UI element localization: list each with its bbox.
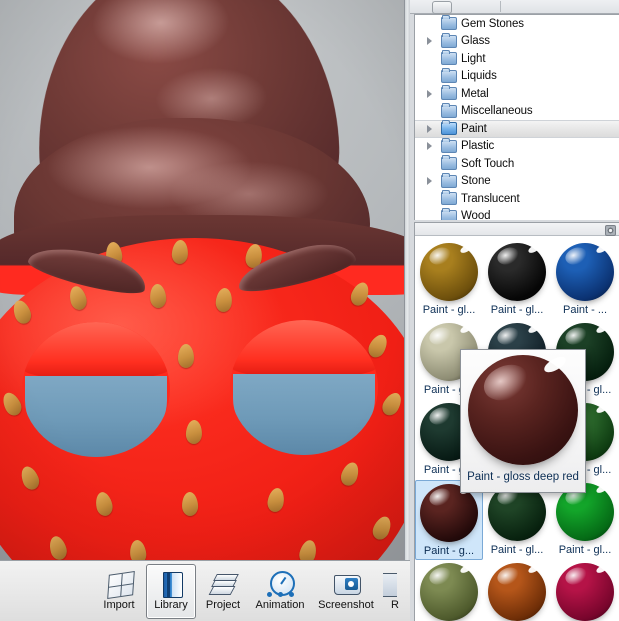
strawberry-seed: [185, 419, 203, 445]
tree-item-label: Glass: [461, 35, 490, 48]
3d-render-viewport[interactable]: [0, 0, 410, 560]
tree-item-gem-stones[interactable]: Gem Stones: [415, 15, 619, 33]
material-label: Paint - gl...: [490, 304, 544, 316]
tree-item-metal[interactable]: Metal: [415, 85, 619, 103]
material-sphere-thumbnail: [488, 563, 546, 621]
material-sphere-thumbnail: [556, 563, 614, 621]
material-sphere-thumbnail: [420, 243, 478, 301]
tree-item-plastic[interactable]: Plastic: [415, 137, 619, 156]
material-label: Paint - gl...: [422, 304, 476, 316]
bottom-toolbar: Import Library Project Animation Screens…: [0, 560, 410, 621]
character-eye-left: [22, 322, 170, 457]
material-cell[interactable]: Paint - gl...: [415, 560, 483, 621]
toolbar-label: R: [391, 599, 399, 611]
tree-item-label: Metal: [461, 87, 489, 100]
tree-item-stone[interactable]: Stone: [415, 172, 619, 191]
material-cell[interactable]: Paint - gl...: [483, 560, 551, 621]
toolbar-separator: [500, 1, 501, 12]
animation-icon: [265, 571, 295, 597]
library-icon: [156, 571, 186, 598]
tree-item-label: Plastic: [461, 140, 495, 153]
material-sphere-thumbnail: [488, 243, 546, 301]
material-preview-label: Paint - gloss deep red: [467, 471, 579, 483]
toolbar-label: Screenshot: [318, 599, 374, 611]
toolbar-button-screenshot[interactable]: Screenshot: [312, 564, 380, 619]
chevron-right-icon[interactable]: [427, 177, 432, 186]
tree-item-label: Translucent: [461, 192, 520, 205]
folder-icon: [441, 50, 457, 66]
folder-icon: [441, 67, 457, 83]
toolbar-label: Library: [154, 599, 188, 611]
folder-icon: [441, 155, 457, 171]
strawberry-seed: [178, 344, 194, 368]
render-canvas: [0, 0, 410, 560]
tree-item-label: Soft Touch: [461, 157, 515, 170]
chevron-right-icon[interactable]: [427, 89, 432, 98]
tree-item-paint[interactable]: Paint: [415, 120, 619, 138]
material-panel-header: [415, 223, 619, 236]
material-preview-tooltip: Paint - gloss deep red: [460, 349, 586, 493]
tree-item-label: Light: [461, 52, 486, 65]
tree-item-light[interactable]: Light: [415, 50, 619, 68]
chevron-right-icon[interactable]: [427, 142, 432, 151]
toolbar-button-project[interactable]: Project: [198, 564, 248, 619]
folder-icon: [441, 15, 457, 31]
material-cell[interactable]: Paint - gl...: [483, 240, 551, 320]
render-icon: [383, 571, 407, 597]
material-sphere-thumbnail: [556, 243, 614, 301]
folder-icon: [441, 120, 457, 136]
tree-item-liquids[interactable]: Liquids: [415, 67, 619, 86]
tree-item-label: Liquids: [461, 70, 497, 83]
material-cell[interactable]: Paint - gl...: [415, 240, 483, 320]
tree-item-label: Wood: [461, 210, 491, 220]
material-category-tree[interactable]: Gem Stones Glass Light Liquids Metal Miscella…: [414, 14, 619, 220]
panel-toolbar-strip: [410, 0, 619, 14]
tree-item-translucent[interactable]: Translucent: [415, 190, 619, 208]
toolbar-label: Animation: [255, 599, 305, 611]
screenshot-icon: [331, 571, 361, 597]
material-cell[interactable]: Paint - gl...: [551, 560, 619, 621]
folder-icon: [441, 172, 457, 188]
tree-item-label: Miscellaneous: [461, 105, 533, 118]
material-preview-sphere: [468, 354, 578, 465]
material-label: Paint - gl...: [558, 544, 612, 556]
toolbar-button-animation[interactable]: Animation: [250, 564, 310, 619]
chevron-right-icon[interactable]: [427, 124, 432, 133]
tree-item-label: Paint: [461, 122, 487, 135]
toolbar-button-library[interactable]: Library: [146, 563, 196, 619]
tree-item-label: Stone: [461, 175, 491, 188]
material-label: Paint - g...: [423, 545, 475, 557]
library-panel: Gem Stones Glass Light Liquids Metal Miscella…: [410, 0, 619, 621]
material-cell[interactable]: Paint - ...: [551, 240, 619, 320]
tree-item-label: Gem Stones: [461, 17, 524, 30]
tree-item-miscellaneous[interactable]: Miscellaneous: [415, 102, 619, 121]
folder-icon: [441, 85, 457, 101]
material-label: Paint - gl...: [490, 544, 544, 556]
gear-icon[interactable]: [605, 225, 616, 236]
tree-item-wood[interactable]: Wood: [415, 207, 619, 220]
toolbar-label: Import: [103, 599, 135, 611]
folder-icon: [441, 190, 457, 206]
chevron-right-icon[interactable]: [427, 37, 432, 46]
character-eye-right: [230, 320, 378, 455]
toolbar-button-render[interactable]: R: [382, 564, 408, 619]
import-icon: [104, 571, 135, 599]
project-icon: [208, 571, 239, 597]
material-thumbnail-panel: Paint - gl... Paint - gl... Paint - ... Pai…: [414, 222, 619, 621]
toolbar-label: Project: [205, 599, 241, 611]
toolbar-button-import[interactable]: Import: [94, 564, 144, 619]
folder-icon: [441, 32, 457, 48]
panel-toolbar-button[interactable]: [432, 1, 452, 14]
tree-item-soft-touch[interactable]: Soft Touch: [415, 155, 619, 173]
tree-item-glass[interactable]: Glass: [415, 32, 619, 51]
folder-icon: [441, 207, 457, 220]
folder-icon: [441, 102, 457, 118]
material-sphere-thumbnail: [420, 563, 478, 621]
material-label: Paint - ...: [562, 304, 608, 316]
folder-icon: [441, 137, 457, 153]
